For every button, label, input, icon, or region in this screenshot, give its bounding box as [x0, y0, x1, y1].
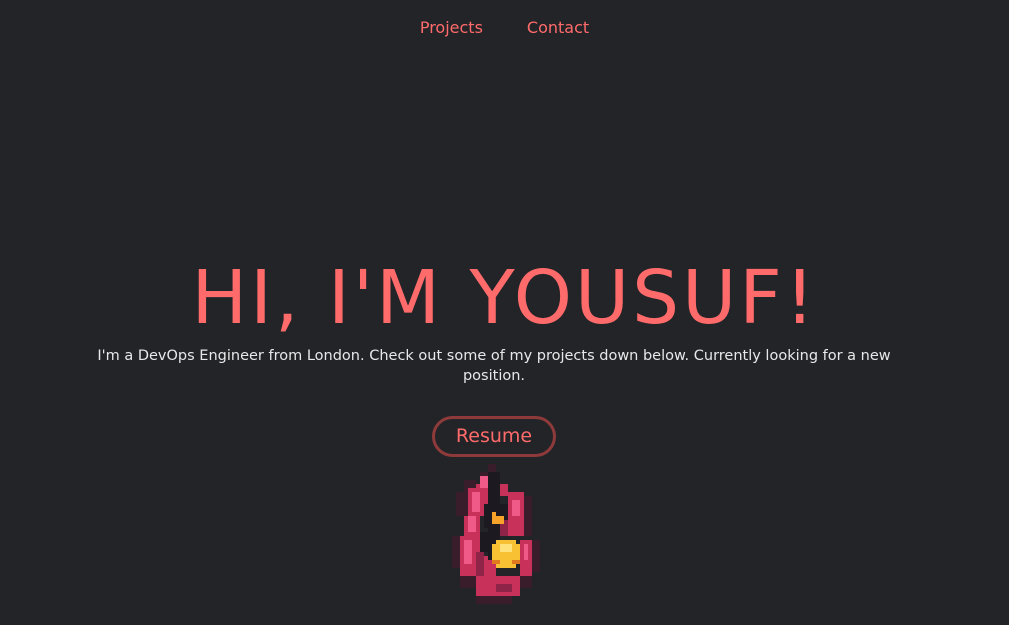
nav-link-projects[interactable]: Projects: [420, 17, 483, 39]
top-nav: Projects Contact: [0, 17, 1009, 39]
pixel-flame-creature-icon: [452, 464, 540, 604]
hero-subtitle: I'm a DevOps Engineer from London. Check…: [97, 348, 891, 384]
resume-button[interactable]: Resume: [432, 416, 556, 457]
nav-link-contact[interactable]: Contact: [527, 17, 589, 39]
hero-title: HI, I'M YOUSUF!: [191, 255, 818, 341]
page: Projects Contact HI, I'M YOUSUF! I'm a D…: [0, 0, 1009, 625]
